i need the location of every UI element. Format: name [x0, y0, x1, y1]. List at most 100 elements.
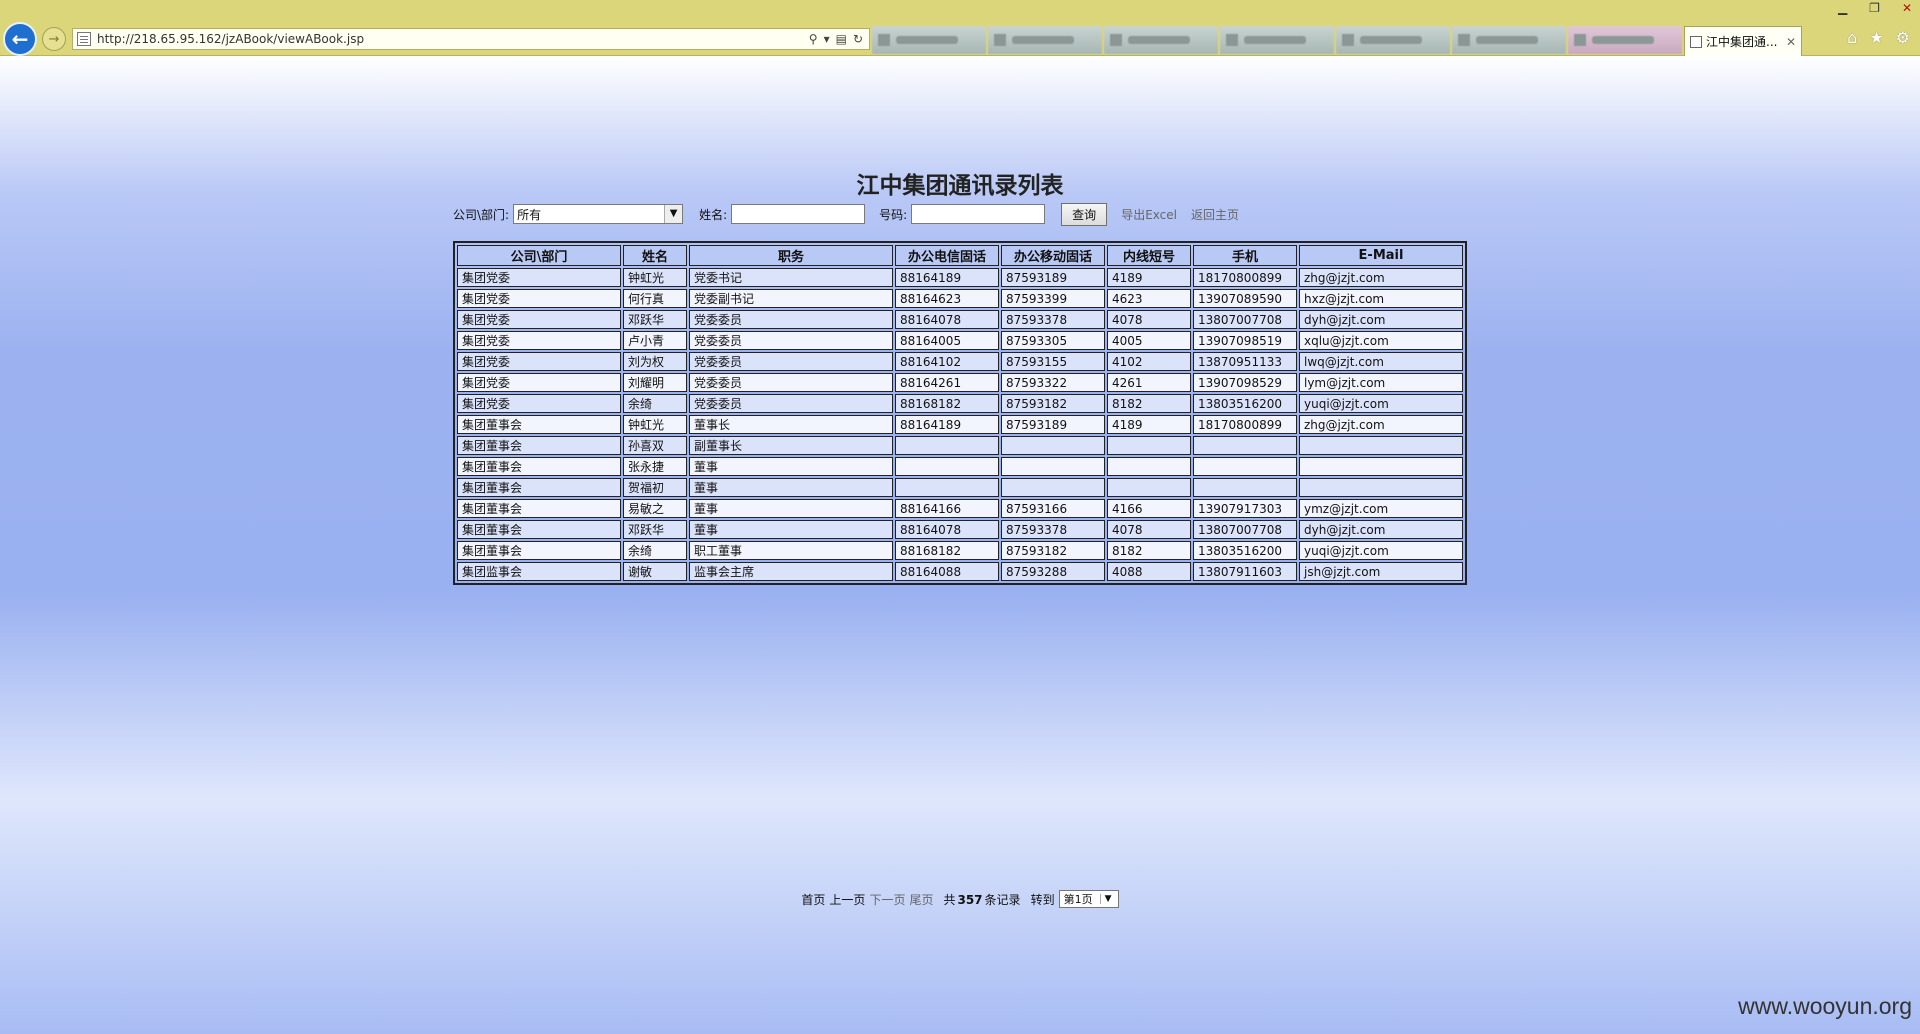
goto-page-select[interactable]: 第1页 ▼: [1058, 890, 1119, 908]
name-input[interactable]: [731, 204, 866, 224]
dropdown-icon[interactable]: ▾: [824, 32, 830, 46]
cell-department: 集团董事会: [457, 457, 621, 476]
tab-blurred-3[interactable]: [1104, 26, 1218, 54]
cell-email: jsh@jzjt.com: [1299, 562, 1463, 581]
cell-department: 集团党委: [457, 289, 621, 308]
cell-position: 党委委员: [689, 394, 893, 413]
next-page-link[interactable]: 下一页: [869, 891, 905, 908]
search-icon[interactable]: ⚲: [809, 32, 818, 46]
cell-email: lym@jzjt.com: [1299, 373, 1463, 392]
cell-extension: 8182: [1107, 541, 1191, 560]
home-icon[interactable]: ⌂: [1847, 28, 1857, 47]
refresh-icon[interactable]: ↻: [853, 32, 863, 46]
forward-button[interactable]: →: [42, 27, 66, 51]
back-arrow-icon: ←: [11, 27, 29, 51]
tab-favicon-icon: [1226, 34, 1238, 46]
tab-favicon-icon: [1342, 34, 1354, 46]
tab-blurred-label: [1476, 36, 1538, 44]
tab-active[interactable]: 江中集团通... ✕: [1684, 26, 1802, 56]
name-label: 姓名:: [699, 207, 728, 222]
cell-mobile: [1193, 457, 1297, 476]
chevron-down-icon[interactable]: ▼: [1099, 894, 1116, 904]
column-header: 内线短号: [1107, 245, 1191, 266]
tab-blurred-1[interactable]: [872, 26, 986, 54]
cell-department: 集团党委: [457, 394, 621, 413]
cell-name: 谢敏: [623, 562, 687, 581]
table-row: 集团监事会 谢敏 监事会主席 88164088 87593288 4088 13807911…: [457, 562, 1463, 581]
cell-extension: 8182: [1107, 394, 1191, 413]
tab-blurred-2[interactable]: [988, 26, 1102, 54]
cell-department: 集团党委: [457, 268, 621, 287]
cell-department: 集团党委: [457, 373, 621, 392]
prev-page-link[interactable]: 上一页: [829, 891, 865, 908]
cell-name: 钟虹光: [623, 268, 687, 287]
cell-email: dyh@jzjt.com: [1299, 520, 1463, 539]
restore-icon[interactable]: ❐: [1869, 1, 1880, 15]
cell-department: 集团党委: [457, 352, 621, 371]
filter-bar: 公司\部门: 所有 ▼ 姓名: 号码: 查询 导出Excel 返回主页: [453, 202, 1253, 226]
cell-office-mobile: 87593378: [1001, 520, 1105, 539]
compat-view-icon[interactable]: ▤: [836, 32, 847, 46]
cell-mobile: [1193, 436, 1297, 455]
cell-office-mobile: 87593322: [1001, 373, 1105, 392]
cell-extension: 4102: [1107, 352, 1191, 371]
cell-mobile: 18170800899: [1193, 268, 1297, 287]
cell-extension: 4166: [1107, 499, 1191, 518]
tab-blurred-6[interactable]: [1452, 26, 1566, 54]
query-button[interactable]: 查询: [1061, 202, 1108, 226]
tab-close-icon[interactable]: ✕: [1786, 35, 1796, 49]
table-row: 集团董事会 钟虹光 董事长 88164189 87593189 4189 181708008…: [457, 415, 1463, 434]
cell-mobile: 13807007708: [1193, 310, 1297, 329]
dept-select[interactable]: 所有 ▼: [513, 204, 684, 224]
cell-department: 集团监事会: [457, 562, 621, 581]
tab-blurred-4[interactable]: [1220, 26, 1334, 54]
tab-blurred-5[interactable]: [1336, 26, 1450, 54]
address-bar[interactable]: http://218.65.95.162/jzABook/viewABook.j…: [72, 28, 870, 50]
cell-email: zhg@jzjt.com: [1299, 415, 1463, 434]
cell-position: 董事: [689, 520, 893, 539]
table-row: 集团党委 余绮 党委委员 88168182 87593182 8182 1380351620…: [457, 394, 1463, 413]
cell-office-telecom: [895, 457, 999, 476]
cell-office-mobile: 87593189: [1001, 415, 1105, 434]
cell-position: 党委副书记: [689, 289, 893, 308]
cell-office-mobile: [1001, 478, 1105, 497]
contacts-table: 公司\部门 姓名 职务 办公电信固话 办公移动固话 内线短号 手机 E-Mail…: [453, 241, 1467, 585]
cell-name: 邓跃华: [623, 520, 687, 539]
cell-office-telecom: 88164102: [895, 352, 999, 371]
tab-blurred-7[interactable]: [1568, 26, 1682, 54]
cell-office-telecom: 88164078: [895, 520, 999, 539]
table-row: 集团董事会 余绮 职工董事 88168182 87593182 8182 138035162…: [457, 541, 1463, 560]
cell-mobile: [1193, 478, 1297, 497]
total-count: 357: [957, 892, 983, 907]
first-page-link[interactable]: 首页: [801, 891, 825, 908]
minimize-icon[interactable]: ▁: [1838, 1, 1847, 15]
cell-extension: 4078: [1107, 310, 1191, 329]
browser-chrome: ▁ ❐ ✕ ← → http://218.65.95.162/jzABook/v…: [0, 0, 1920, 56]
cell-email: [1299, 457, 1463, 476]
number-input[interactable]: [911, 204, 1046, 224]
page-title: 江中集团通讯录列表: [856, 172, 1064, 199]
back-button[interactable]: ←: [3, 22, 37, 56]
export-excel-link[interactable]: 导出Excel: [1121, 206, 1177, 223]
cell-office-telecom: 88164261: [895, 373, 999, 392]
home-link[interactable]: 返回主页: [1191, 206, 1239, 223]
close-window-icon[interactable]: ✕: [1902, 1, 1912, 15]
cell-position: 董事: [689, 457, 893, 476]
cell-mobile: 13807007708: [1193, 520, 1297, 539]
cell-name: 刘耀明: [623, 373, 687, 392]
chevron-down-icon[interactable]: ▼: [664, 205, 683, 223]
cell-mobile: 18170800899: [1193, 415, 1297, 434]
favorites-star-icon[interactable]: ★: [1869, 28, 1883, 47]
url-text[interactable]: http://218.65.95.162/jzABook/viewABook.j…: [97, 32, 809, 46]
cell-office-mobile: 87593182: [1001, 541, 1105, 560]
pagination: 首页 上一页 下一页 尾页 共 357 条记录 转到 第1页 ▼: [0, 890, 1920, 908]
settings-gear-icon[interactable]: ⚙: [1896, 28, 1910, 47]
column-header: 公司\部门: [457, 245, 621, 266]
cell-mobile: 13803516200: [1193, 541, 1297, 560]
cell-office-mobile: 87593305: [1001, 331, 1105, 350]
cell-name: 何行真: [623, 289, 687, 308]
cell-office-mobile: 87593399: [1001, 289, 1105, 308]
last-page-link[interactable]: 尾页: [909, 891, 933, 908]
dept-select-value: 所有: [517, 207, 542, 222]
cell-office-telecom: 88164078: [895, 310, 999, 329]
